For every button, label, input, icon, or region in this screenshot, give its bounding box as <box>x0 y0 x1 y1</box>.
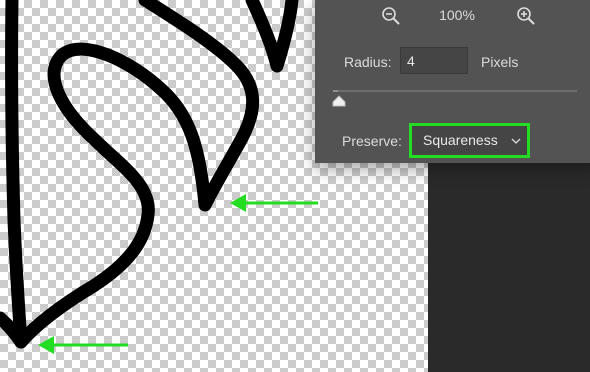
zoom-level: 100% <box>439 7 475 23</box>
radius-input[interactable] <box>400 47 468 74</box>
zoom-controls: 100% <box>315 4 590 28</box>
radius-slider-fill <box>333 90 338 92</box>
slider-thumb[interactable] <box>332 95 346 107</box>
minimum-filter-dialog: 100% Radius: Pixels Preserve: Squareness <box>315 0 590 163</box>
radius-slider[interactable] <box>333 90 577 92</box>
preserve-label: Preserve: <box>342 133 402 149</box>
radius-unit-label: Pixels <box>481 54 519 70</box>
preserve-dropdown[interactable]: Squareness <box>409 123 530 158</box>
arrow-icon <box>230 194 318 212</box>
preserve-selected-value: Squareness <box>423 132 498 148</box>
zoom-out-icon[interactable] <box>381 6 401 26</box>
radius-label: Radius: <box>344 54 392 70</box>
zoom-in-icon[interactable] <box>516 6 536 26</box>
arrow-icon <box>38 336 128 354</box>
chevron-down-icon <box>511 138 521 144</box>
